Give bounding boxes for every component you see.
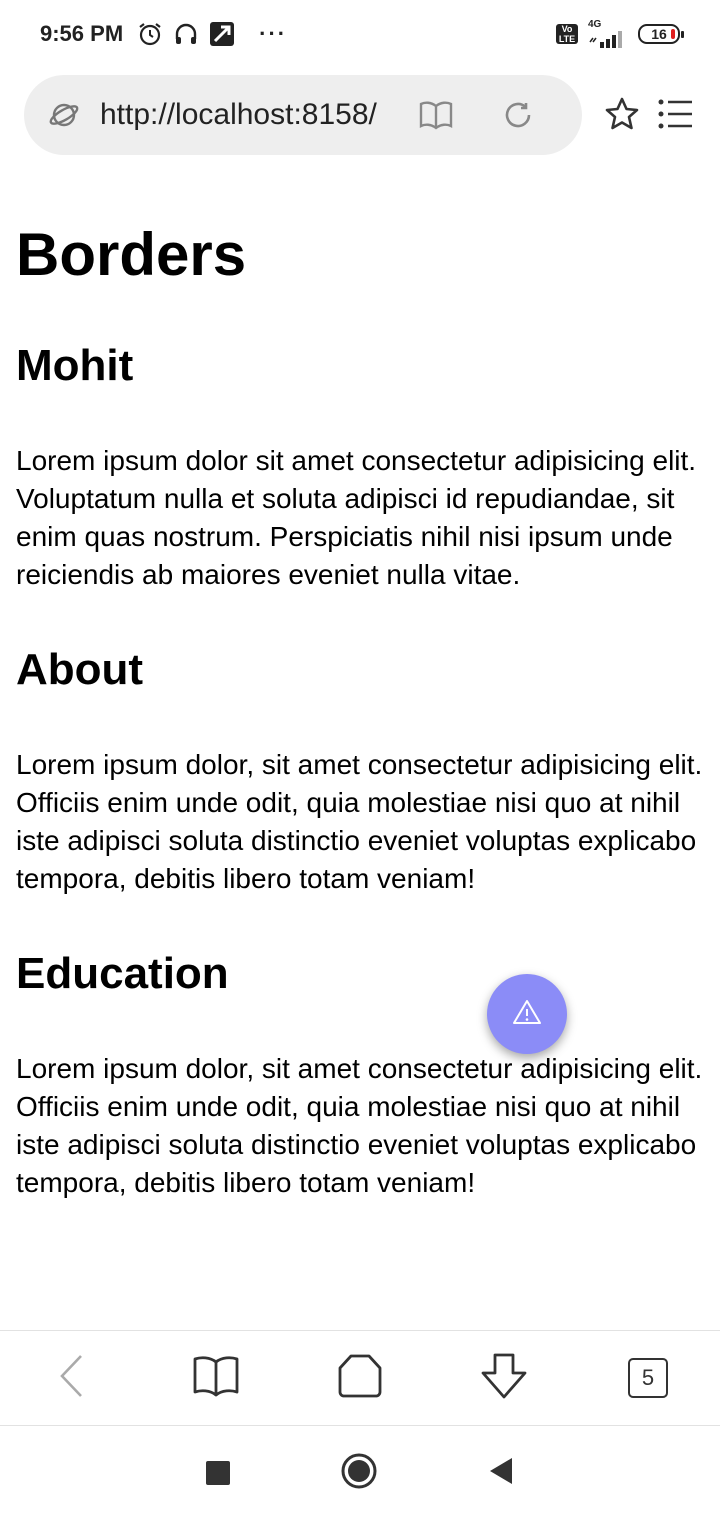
app-icon (209, 21, 235, 47)
volte-icon: Vo LTE (556, 24, 578, 44)
tabs-button[interactable]: 5 (608, 1338, 688, 1418)
menu-icon[interactable] (658, 98, 694, 130)
status-time: 9:56 PM (40, 21, 124, 46)
status-bar: 9:56 PM ··· Vo LTE 4G 16 (0, 0, 720, 68)
back-icon (57, 1353, 87, 1404)
battery-indicator: 16 (638, 24, 684, 44)
browser-bottom-toolbar: 5 (0, 1330, 720, 1426)
tabs-icon: 5 (628, 1358, 668, 1398)
signal-icon: 4G (588, 20, 628, 48)
page-content: Borders Mohit Lorem ipsum dolor sit amet… (16, 180, 706, 1202)
back-button[interactable] (32, 1338, 112, 1418)
section-heading-mohit: Mohit (16, 341, 134, 390)
address-bar[interactable]: http://localhost:8158/ (24, 75, 582, 155)
headphones-icon (173, 21, 199, 47)
more-dots-icon: ··· (259, 21, 288, 46)
reload-icon[interactable] (503, 100, 533, 130)
section-heading-education: Education (16, 949, 229, 998)
url-text[interactable]: http://localhost:8158/ (100, 98, 405, 132)
bookmark-star-icon[interactable] (604, 96, 640, 132)
report-fab-button[interactable] (487, 974, 567, 1054)
site-icon[interactable] (48, 99, 80, 131)
download-icon (479, 1352, 529, 1405)
bookmarks-button[interactable] (176, 1338, 256, 1418)
section-heading-about: About (16, 645, 144, 694)
bookmarks-icon (192, 1354, 240, 1403)
reader-mode-icon[interactable] (419, 100, 453, 130)
home-button[interactable] (320, 1338, 400, 1418)
home-circle-icon[interactable] (340, 1452, 378, 1495)
nav-back-icon[interactable] (488, 1456, 514, 1491)
home-icon (337, 1353, 383, 1404)
page-title: Borders (16, 221, 247, 288)
system-nav-bar (0, 1426, 720, 1520)
section-text-about: Lorem ipsum dolor, sit amet consectetur … (16, 749, 703, 894)
warning-icon (512, 998, 542, 1031)
recents-icon[interactable] (206, 1461, 230, 1485)
alarm-icon (137, 21, 163, 47)
section-text-mohit: Lorem ipsum dolor sit amet consectetur a… (16, 445, 697, 590)
download-button[interactable] (464, 1338, 544, 1418)
section-text-education: Lorem ipsum dolor, sit amet consectetur … (16, 1053, 703, 1198)
